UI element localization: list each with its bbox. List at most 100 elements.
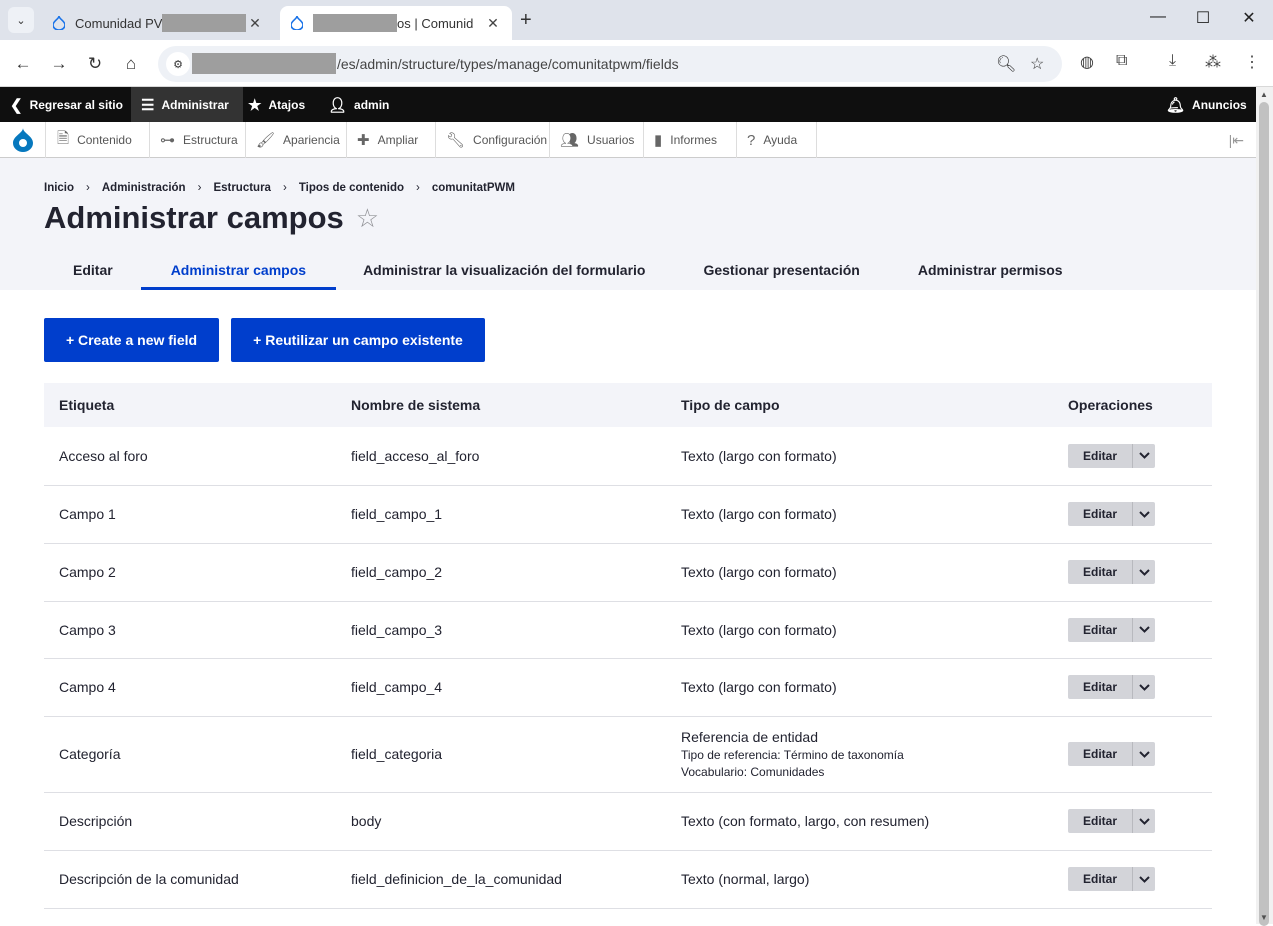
tray-item-structure[interactable]: ⊶ Estructura (150, 122, 246, 158)
edit-button[interactable]: Editar (1068, 867, 1132, 891)
edit-button[interactable]: Editar (1068, 560, 1132, 584)
edit-button[interactable]: Editar (1068, 742, 1132, 766)
operations-dropbutton: Editar (1068, 867, 1155, 891)
local-tabs: Editar Administrar campos Administrar la… (44, 250, 1063, 290)
shortcut-star-icon[interactable]: ☆ (356, 203, 379, 234)
browser-tab-inactive[interactable]: Comunidad PV ✕ (42, 6, 274, 40)
chevron-down-icon[interactable] (1132, 867, 1155, 891)
chevron-down-icon[interactable] (1132, 617, 1155, 642)
tray-item-configuration[interactable]: 🔧︎ Configuración (436, 122, 550, 158)
back-arrow-icon[interactable]: ← (11, 52, 35, 76)
tray-label: Usuarios (587, 133, 635, 147)
scrollbar-thumb[interactable] (1259, 102, 1269, 926)
bell-icon: 🔔︎ (1166, 96, 1186, 114)
breadcrumb-link[interactable]: Inicio (44, 182, 74, 194)
tab-title: os | Comunid (397, 15, 474, 31)
maximize-icon[interactable]: ☐ (1180, 8, 1226, 28)
chevron-down-icon[interactable] (1132, 742, 1155, 766)
user-tab[interactable]: 👤︎ admin (328, 87, 389, 122)
scroll-up-icon[interactable]: ▲ (1260, 90, 1268, 99)
collapse-tray-icon[interactable]: |⇤ (1229, 132, 1244, 149)
breadcrumb-link[interactable]: Estructura (213, 182, 271, 194)
forward-arrow-icon[interactable]: → (47, 52, 71, 76)
reload-icon[interactable]: ↻ (83, 52, 107, 76)
field-label: Acceso al foro (44, 427, 336, 486)
redacted-block (162, 14, 246, 32)
tray-item-extend[interactable]: ✚ Ampliar (347, 122, 436, 158)
operations-dropbutton: Editar (1068, 617, 1155, 642)
create-field-button[interactable]: + Create a new field (44, 318, 219, 362)
download-icon[interactable]: ⤓ (1169, 52, 1176, 70)
machine-name: field_campo_4 (336, 658, 666, 717)
tab-form-display[interactable]: Administrar la visualización del formula… (363, 250, 645, 290)
kebab-menu-icon[interactable]: ⋮ (1244, 52, 1260, 72)
scroll-down-icon[interactable]: ▼ (1260, 913, 1268, 922)
close-tab-icon[interactable]: ✕ (484, 15, 502, 32)
back-to-site-link[interactable]: ❮ Regresar al sitio (10, 87, 123, 122)
announcements-tab[interactable]: 🔔︎ Anuncios (1166, 87, 1247, 122)
breadcrumb-link[interactable]: Administración (102, 182, 186, 194)
paintbrush-icon: 🖌︎ (256, 132, 276, 149)
operations-dropbutton: Editar (1068, 742, 1155, 766)
tray-item-reports[interactable]: ▮ Informes (644, 122, 737, 158)
edit-button[interactable]: Editar (1068, 675, 1132, 699)
chevron-down-icon[interactable] (1132, 443, 1155, 468)
bar-chart-icon: ▮ (654, 132, 663, 149)
chevron-down-icon[interactable] (1132, 502, 1155, 526)
edit-button[interactable]: Editar (1068, 618, 1132, 642)
chevron-down-icon[interactable] (1132, 560, 1155, 584)
chevron-down-icon[interactable] (1132, 809, 1155, 833)
url-omnibox[interactable]: ⚙ /es/admin/structure/types/manage/comun… (158, 46, 1062, 82)
minimize-icon[interactable]: — (1135, 8, 1181, 26)
drupal-logo-icon[interactable] (0, 122, 46, 158)
close-tab-icon[interactable]: ✕ (246, 15, 264, 32)
tray-label: Informes (670, 133, 717, 147)
page-scrollbar[interactable]: ▲ ▼ (1256, 87, 1273, 926)
tab-edit[interactable]: Editar (73, 250, 113, 290)
breadcrumb-link[interactable]: Tipos de contenido (299, 182, 404, 194)
manage-tab[interactable]: ☰ Administrar (131, 87, 243, 122)
reuse-field-button[interactable]: + Reutilizar un campo existente (231, 318, 485, 362)
browser-tab-active[interactable]: os | Comunid ✕ (280, 6, 512, 40)
bookmark-star-icon[interactable]: ☆ (1030, 54, 1044, 74)
tab-manage-fields[interactable]: Administrar campos (140, 250, 337, 290)
shortcuts-tab[interactable]: ★ Atajos (248, 87, 305, 122)
shortcuts-label: Atajos (268, 97, 306, 112)
tab-manage-display[interactable]: Gestionar presentación (703, 250, 859, 290)
table-header-row: Etiqueta Nombre de sistema Tipo de campo… (44, 383, 1212, 427)
home-icon[interactable]: ⌂ (119, 52, 143, 76)
chevron-down-icon[interactable] (1132, 675, 1155, 699)
close-window-icon[interactable]: ✕ (1226, 8, 1272, 28)
field-type-cell: Texto (largo con formato) (666, 427, 1053, 486)
table-row: Categoría field_categoria Referencia de en… (44, 716, 1212, 793)
tab-search-button[interactable]: ⌄ (8, 7, 34, 33)
edit-button[interactable]: Editar (1068, 809, 1132, 833)
edit-button[interactable]: Editar (1068, 444, 1132, 468)
field-type-cell: Texto (normal, largo) (666, 850, 1053, 909)
field-type: Texto (largo con formato) (681, 621, 837, 638)
column-header: Etiqueta (59, 397, 115, 413)
tab-permissions[interactable]: Administrar permisos (918, 250, 1063, 290)
breadcrumb-link[interactable]: comunitatPWM (432, 182, 515, 194)
table-row: Descripción de la comunidad field_definic… (44, 850, 1212, 909)
field-type-detail: Tipo de referencia: Término de taxonomía (681, 748, 904, 762)
zoom-icon[interactable]: 🔍︎ (996, 54, 1016, 74)
field-type-cell: Texto (largo con formato) (666, 485, 1053, 544)
tray-item-help[interactable]: ? Ayuda (737, 122, 817, 158)
star-icon: ★ (248, 96, 262, 114)
tray-item-appearance[interactable]: 🖌︎ Apariencia (246, 122, 347, 158)
new-tab-icon[interactable]: + (520, 9, 532, 32)
extension-icon[interactable]: ◍ (1080, 52, 1094, 72)
profile-icon[interactable]: ⁂ (1205, 52, 1221, 72)
admin-tray: 🗎 Contenido ⊶ Estructura 🖌︎ Apariencia ✚ Amp… (0, 122, 1256, 158)
field-type: Texto (normal, largo) (681, 871, 810, 887)
puzzle-icon[interactable]: ⧉ (1116, 52, 1127, 70)
site-info-icon[interactable]: ⚙ (166, 52, 190, 76)
tray-item-content[interactable]: 🗎 Contenido (47, 122, 150, 158)
edit-button[interactable]: Editar (1068, 502, 1132, 526)
tray-item-people[interactable]: 👥︎ Usuarios (550, 122, 644, 158)
puzzle-icon: ✚ (357, 132, 370, 149)
field-type-cell: Texto (largo con formato) (666, 543, 1053, 602)
people-icon: 👥︎ (560, 132, 580, 149)
table-row: Campo 2 field_campo_2 Texto (largo con for… (44, 543, 1212, 602)
